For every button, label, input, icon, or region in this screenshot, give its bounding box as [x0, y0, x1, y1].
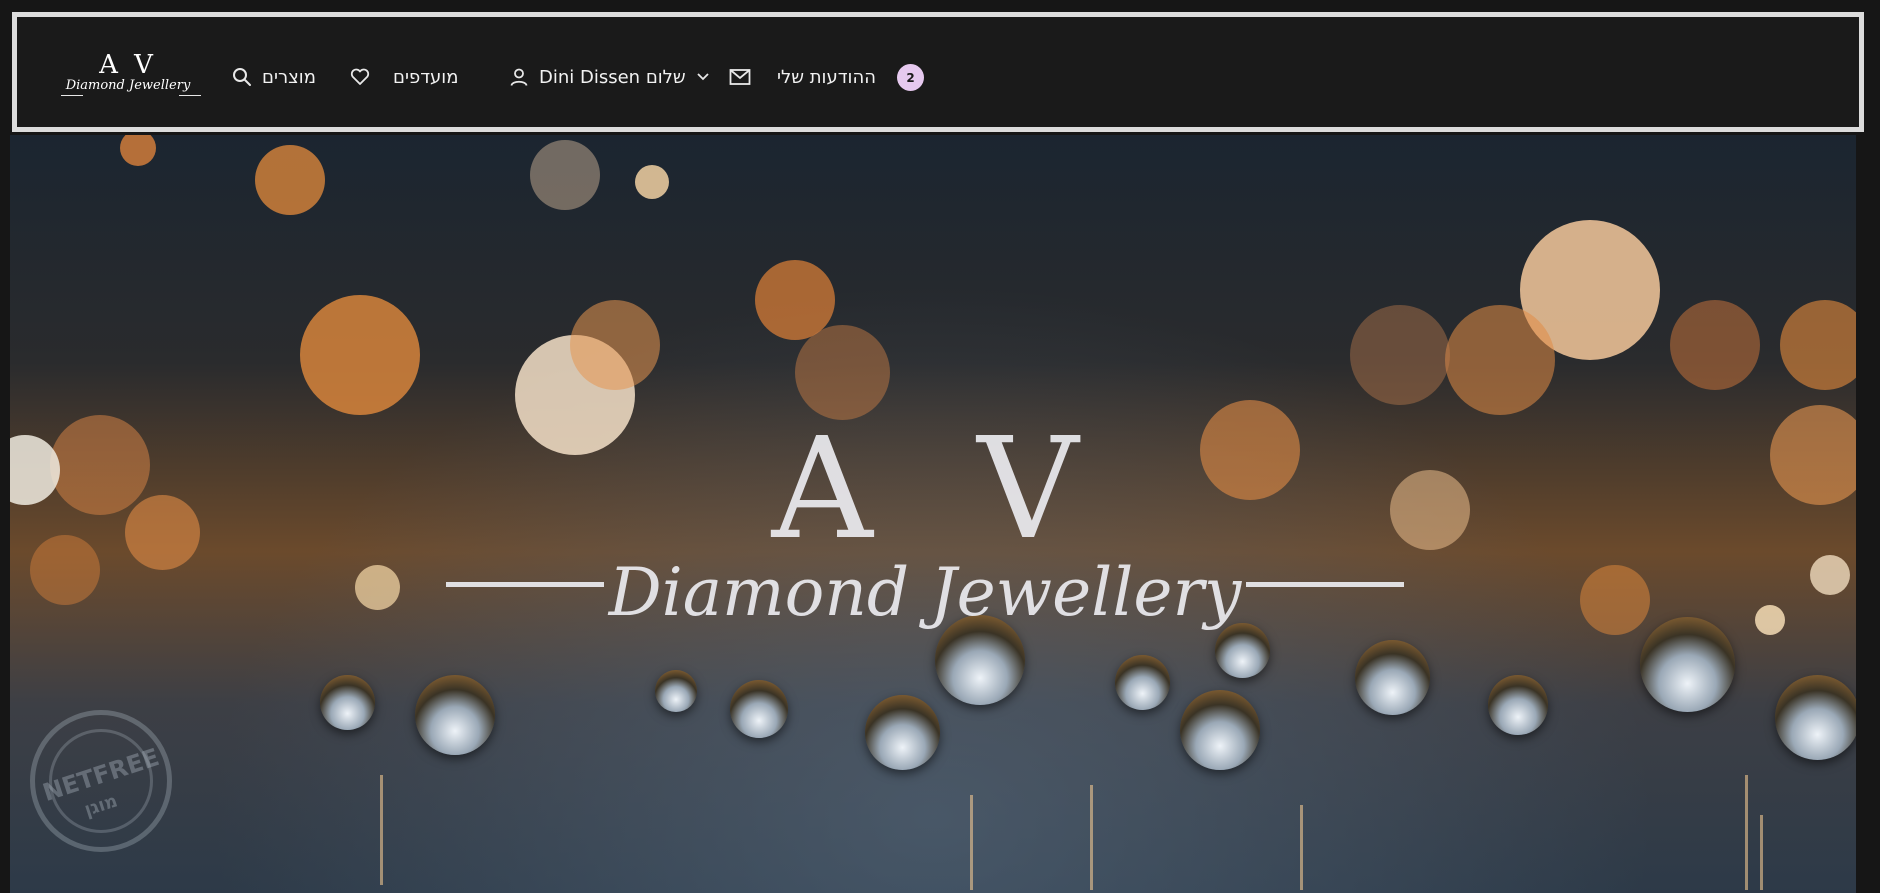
bokeh-light: [1670, 300, 1760, 390]
nav-products-label: מוצרים: [262, 66, 316, 88]
netfree-watermark-stamp: NETFREE מוגן: [30, 710, 172, 852]
bokeh-light: [1350, 305, 1450, 405]
water-droplet: [1775, 675, 1856, 760]
light-reflection: [970, 795, 973, 890]
nav-messages-label: ההודעות שלי: [777, 66, 876, 88]
search-icon: [232, 67, 252, 87]
hero-brand-logo: A V Diamond Jewellery: [446, 408, 1404, 715]
water-droplet: [1488, 675, 1548, 735]
bokeh-light: [10, 435, 60, 505]
bokeh-light: [635, 165, 669, 199]
favorites-icon-button[interactable]: [350, 62, 370, 92]
light-reflection: [1760, 815, 1763, 890]
hero-logo-line-left: [446, 582, 604, 587]
bokeh-light: [255, 145, 325, 215]
bokeh-light: [1755, 605, 1785, 635]
bokeh-light: [1390, 470, 1470, 550]
heart-icon: [350, 68, 370, 86]
logo-line-right: [179, 95, 201, 96]
water-droplet: [1640, 617, 1735, 712]
bokeh-light: [1770, 405, 1856, 505]
mail-icon: [729, 68, 751, 86]
nav-favorites[interactable]: מועדפים: [393, 62, 458, 92]
bokeh-light: [30, 535, 100, 605]
bokeh-light: [300, 295, 420, 415]
user-menu[interactable]: Dini Dissen שלום: [509, 62, 710, 92]
hero-banner: A V Diamond Jewellery: [10, 135, 1856, 893]
bokeh-light: [1445, 305, 1555, 415]
chevron-down-icon: [696, 72, 710, 82]
bokeh-light: [530, 140, 600, 210]
light-reflection: [1090, 785, 1093, 890]
hero-logo-line-right: [1246, 582, 1404, 587]
bokeh-light: [795, 325, 890, 420]
nav-products[interactable]: מוצרים: [232, 62, 316, 92]
user-greeting: Dini Dissen שלום: [539, 66, 686, 88]
bokeh-light: [1580, 565, 1650, 635]
light-reflection: [1300, 805, 1303, 890]
light-reflection: [1745, 775, 1748, 890]
light-reflection: [380, 775, 383, 885]
bokeh-light: [1810, 555, 1850, 595]
nav-messages[interactable]: ההודעות שלי: [777, 62, 876, 92]
bokeh-light: [355, 565, 400, 610]
messages-count-badge[interactable]: 2: [897, 64, 924, 91]
logo-script: Diamond Jewellery: [65, 78, 191, 93]
bokeh-light: [570, 300, 660, 390]
bokeh-light: [50, 415, 150, 515]
water-droplet: [320, 675, 375, 730]
hero-logo-initials: A V: [771, 408, 1109, 571]
user-icon: [509, 67, 529, 87]
bokeh-light: [125, 495, 200, 570]
bokeh-light: [120, 135, 156, 166]
site-logo[interactable]: A V Diamond Jewellery: [53, 45, 203, 109]
hero-logo-script: Diamond Jewellery: [608, 554, 1242, 631]
logo-initials: A V: [99, 50, 157, 80]
messages-icon-button[interactable]: [729, 62, 751, 92]
nav-favorites-label: מועדפים: [393, 66, 459, 88]
logo-line-left: [61, 95, 83, 96]
bokeh-light: [1780, 300, 1856, 390]
top-navigation-bar: A V Diamond Jewellery מוצרים מועדפים Din…: [12, 12, 1864, 132]
